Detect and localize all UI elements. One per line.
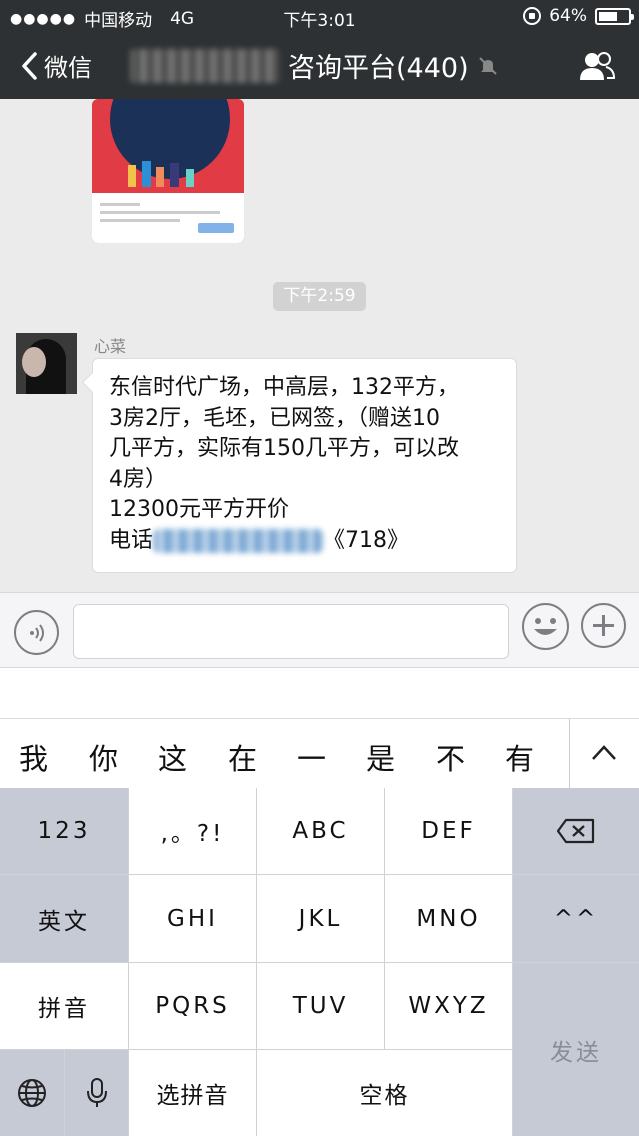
key-label: WXYZ <box>408 993 489 1019</box>
globe-icon <box>18 1079 46 1107</box>
candidate-1[interactable]: 你 <box>89 736 118 778</box>
send-button[interactable]: 发送 <box>513 963 639 1136</box>
key-label: 拼音 <box>38 996 90 1022</box>
battery-percent: 64% <box>549 6 587 26</box>
message-phone-line: 电话 《718》 <box>109 526 500 557</box>
time-separator: 下午2:59 <box>273 282 366 311</box>
message-line: 东信时代广场，中高层，132平方， <box>109 375 459 400</box>
key-english[interactable]: 英文 <box>0 875 128 962</box>
key-label: 空格 <box>359 1083 410 1109</box>
message-line: 12300元平方开价 <box>109 497 289 522</box>
chat-title: 咨询平台(440) <box>130 46 499 85</box>
key-label: ^^ <box>553 905 599 932</box>
group-info-icon[interactable] <box>579 50 615 84</box>
key-tuv[interactable]: TUV <box>257 963 384 1049</box>
candidate-4[interactable]: 一 <box>297 736 326 778</box>
rotation-lock-icon <box>523 7 542 25</box>
top-bar: ●●●●● 中国移动 4G 下午3:01 64% 微信 咨询平台(440) <box>0 0 639 99</box>
delete-button[interactable] <box>513 788 639 874</box>
key-label: 123 <box>37 818 91 844</box>
dictation-button[interactable] <box>65 1050 128 1136</box>
voice-icon <box>29 623 44 642</box>
mute-icon <box>478 56 497 75</box>
backspace-icon <box>556 818 595 844</box>
key-abc[interactable]: ABC <box>257 788 384 874</box>
chevron-up-icon[interactable] <box>590 741 618 765</box>
key-label: MNO <box>416 905 481 932</box>
key-ghi[interactable]: GHI <box>129 875 256 962</box>
key-punctuation[interactable]: ,。?! <box>129 788 256 874</box>
candidate-6[interactable]: 不 <box>436 736 465 778</box>
key-label: JKL <box>298 905 343 932</box>
battery-icon <box>595 7 634 25</box>
key-pinyin[interactable]: 拼音 <box>0 963 128 1049</box>
key-label: PQRS <box>155 993 230 1019</box>
key-label: 选拼音 <box>156 1083 229 1109</box>
back-button[interactable]: 微信 <box>20 48 92 83</box>
key-123[interactable]: 123 <box>0 788 128 874</box>
sender-name: 心菜 <box>94 337 127 356</box>
key-def[interactable]: DEF <box>385 788 512 874</box>
redacted-phone <box>153 528 324 553</box>
back-label: 微信 <box>44 54 92 82</box>
key-mno[interactable]: MNO <box>385 875 512 962</box>
key-label: ABC <box>292 818 349 844</box>
key-label: ,。?! <box>160 821 225 847</box>
message-line: 几平方，实际有150几平方，可以改 <box>109 436 459 461</box>
chat-title-text: 咨询平台(440) <box>288 53 469 84</box>
space-key[interactable]: 空格 <box>257 1050 512 1136</box>
voice-button[interactable] <box>14 610 59 655</box>
pinyin-composition-area <box>0 668 639 718</box>
key-label: 英文 <box>38 908 90 935</box>
key-label: GHI <box>167 905 218 932</box>
keyboard: 123 ,。?! ABC DEF 英文 GHI JKL MNO ^^ 拼音 PQ… <box>0 788 639 1136</box>
message-line: 4房） <box>109 466 167 492</box>
candidate-3[interactable]: 在 <box>228 736 257 778</box>
input-bar <box>0 592 639 668</box>
key-jkl[interactable]: JKL <box>257 875 384 962</box>
key-select-pinyin[interactable]: 选拼音 <box>129 1050 256 1136</box>
chevron-left-icon <box>22 51 37 80</box>
candidate-5[interactable]: 是 <box>366 736 395 778</box>
key-label: 发送 <box>550 1039 602 1066</box>
image-message[interactable] <box>92 99 244 243</box>
key-emoticon[interactable]: ^^ <box>513 875 639 962</box>
emoji-button[interactable] <box>522 603 569 650</box>
avatar[interactable] <box>16 333 77 394</box>
candidate-bar: 我 你 这 在 一 是 不 有 <box>0 718 639 789</box>
candidate-divider <box>569 719 570 789</box>
candidate-7[interactable]: 有 <box>505 736 534 778</box>
poster-illustration <box>128 161 194 187</box>
redacted-name <box>130 48 280 83</box>
key-wxyz[interactable]: WXYZ <box>385 963 512 1049</box>
phone-suffix: 《718》 <box>323 527 410 553</box>
chat-area[interactable]: 下午2:59 心菜 东信时代广场，中高层，132平方， 3房2厅，毛坯，已网签，… <box>0 99 639 592</box>
candidate-2[interactable]: 这 <box>158 736 187 778</box>
status-bar: ●●●●● 中国移动 4G 下午3:01 64% <box>0 0 639 34</box>
globe-button[interactable] <box>0 1050 64 1136</box>
message-bubble[interactable]: 东信时代广场，中高层，132平方， 3房2厅，毛坯，已网签，（赠送10 几平方，… <box>92 358 517 573</box>
message-input[interactable] <box>73 604 509 659</box>
navigation-bar: 微信 咨询平台(440) <box>0 34 639 99</box>
candidate-0[interactable]: 我 <box>19 736 48 778</box>
phone-prefix: 电话 <box>109 527 154 553</box>
message-line: 3房2厅，毛坯，已网签，（赠送10 <box>109 405 440 431</box>
more-button[interactable] <box>581 603 626 648</box>
key-label: DEF <box>421 818 476 844</box>
microphone-icon <box>86 1078 107 1107</box>
emoji-icon <box>534 618 557 635</box>
key-pqrs[interactable]: PQRS <box>129 963 256 1049</box>
key-label: TUV <box>292 993 349 1019</box>
